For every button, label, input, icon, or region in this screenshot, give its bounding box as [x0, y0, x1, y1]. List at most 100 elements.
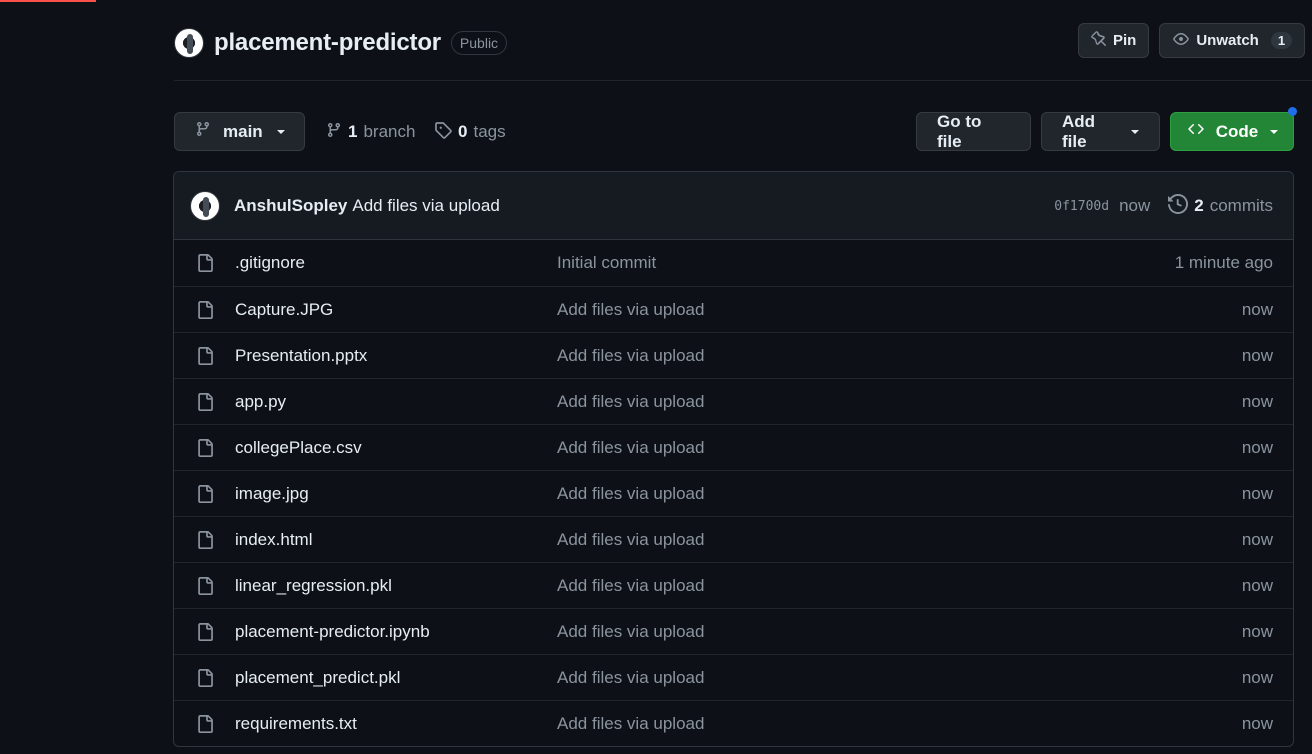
commit-message-link[interactable]: Add files via upload [352, 196, 499, 216]
file-name-link[interactable]: Capture.JPG [235, 300, 333, 320]
file-commit-link[interactable]: Add files via upload [557, 392, 704, 412]
file-commit-link[interactable]: Add files via upload [557, 576, 704, 596]
chevron-down-icon [276, 129, 285, 134]
right-tools: Go to file Add file Code [916, 107, 1297, 151]
branch-name: main [223, 121, 263, 141]
commits-history-link[interactable]: 2 commits [1168, 193, 1273, 219]
file-time: 1 minute ago [1174, 253, 1273, 272]
pin-label: Pin [1113, 32, 1137, 49]
repo-name-link[interactable]: placement-predictor [214, 29, 441, 57]
file-commit-link[interactable]: Add files via upload [557, 668, 704, 688]
file-commit-link[interactable]: Add files via upload [557, 438, 704, 458]
file-time: now [1241, 345, 1273, 365]
commit-author-link[interactable]: AnshulSopley [234, 196, 347, 216]
chevron-down-icon [1270, 129, 1279, 134]
file-time: now [1241, 299, 1273, 319]
owner-avatar[interactable] [174, 28, 204, 58]
file-name-link[interactable]: requirements.txt [235, 714, 357, 734]
file-row[interactable]: linear_regression.pkl Add files via uplo… [174, 562, 1293, 608]
file-name-link[interactable]: image.jpg [235, 484, 309, 504]
unwatch-button[interactable]: Unwatch 1 [1159, 23, 1306, 58]
file-name-link[interactable]: linear_regression.pkl [235, 576, 392, 596]
code-icon [1186, 121, 1206, 142]
commit-time: now [1119, 196, 1151, 215]
go-to-file-button[interactable]: Go to file [916, 112, 1031, 151]
file-time: now [1241, 667, 1273, 687]
tag-label: tags [473, 122, 506, 141]
file-commit-link[interactable]: Add files via upload [557, 530, 704, 550]
tags-link[interactable]: 0 tags [434, 112, 506, 152]
file-commit-link[interactable]: Add files via upload [557, 346, 704, 366]
file-icon [196, 484, 214, 509]
file-row[interactable]: placement-predictor.ipynb Add files via … [174, 608, 1293, 654]
file-icon [196, 576, 214, 601]
latest-commit-bar: AnshulSopley Add files via upload 0f1700… [174, 172, 1293, 240]
file-commit-link[interactable]: Add files via upload [557, 714, 704, 734]
file-row[interactable]: requirements.txt Add files via upload no… [174, 700, 1293, 746]
commit-sha-link[interactable]: 0f1700d [1054, 199, 1109, 214]
file-name-link[interactable]: Presentation.pptx [235, 346, 367, 366]
file-name-link[interactable]: .gitignore [235, 253, 305, 273]
file-icon [196, 253, 214, 278]
file-row[interactable]: Presentation.pptx Add files via upload n… [174, 332, 1293, 378]
visibility-badge: Public [450, 31, 508, 55]
active-tab-underline [0, 0, 96, 2]
file-commit-link[interactable]: Add files via upload [557, 300, 704, 320]
file-icon [196, 622, 214, 647]
file-row[interactable]: index.html Add files via upload now [174, 516, 1293, 562]
file-commit-link[interactable]: Add files via upload [557, 622, 704, 642]
code-button[interactable]: Code [1170, 107, 1297, 151]
file-time: now [1241, 483, 1273, 503]
file-time: now [1241, 391, 1273, 411]
file-time: now [1241, 575, 1273, 595]
tag-count: 0 [458, 122, 468, 141]
commit-meta: 0f1700d now 2 commits [1054, 172, 1273, 240]
chevron-down-icon [1131, 129, 1139, 134]
add-file-label: Add file [1062, 111, 1096, 151]
repo-toolbar: main 1 branch 0 tags Go to file Add file [174, 107, 1297, 152]
file-time: now [1241, 621, 1273, 641]
file-row[interactable]: Capture.JPG Add files via upload now [174, 286, 1293, 332]
file-commit-link[interactable]: Add files via upload [557, 484, 704, 504]
file-icon [196, 714, 214, 739]
file-icon [196, 346, 214, 371]
commits-label: commits [1209, 196, 1273, 215]
branches-link[interactable]: 1 branch [326, 112, 415, 152]
file-row[interactable]: app.py Add files via upload now [174, 378, 1293, 424]
branch-selector[interactable]: main [174, 112, 305, 151]
file-name-link[interactable]: index.html [235, 530, 312, 550]
history-icon [1168, 193, 1189, 219]
file-icon [196, 668, 214, 693]
file-name-link[interactable]: placement-predictor.ipynb [235, 622, 430, 642]
file-icon [196, 438, 214, 463]
file-time: now [1241, 713, 1273, 733]
header-divider [174, 80, 1312, 81]
file-name-link[interactable]: placement_predict.pkl [235, 668, 400, 688]
pin-button[interactable]: Pin [1078, 23, 1150, 58]
branch-count: 1 [348, 122, 358, 141]
git-branch-icon [326, 122, 342, 143]
file-row[interactable]: placement_predict.pkl Add files via uplo… [174, 654, 1293, 700]
file-browser: AnshulSopley Add files via upload 0f1700… [173, 171, 1294, 747]
pin-icon [1091, 30, 1107, 51]
branch-label: branch [363, 122, 416, 141]
file-commit-link[interactable]: Initial commit [557, 253, 656, 273]
add-file-button[interactable]: Add file [1041, 112, 1160, 151]
file-icon [196, 530, 214, 555]
file-name-link[interactable]: app.py [235, 392, 286, 412]
file-name-link[interactable]: collegePlace.csv [235, 438, 362, 458]
code-label: Code [1215, 121, 1259, 141]
file-row[interactable]: collegePlace.csv Add files via upload no… [174, 424, 1293, 470]
file-list: .gitignore Initial commit 1 minute ago C… [174, 240, 1293, 746]
commit-author-avatar[interactable] [190, 190, 220, 221]
file-time: now [1241, 529, 1273, 549]
notification-dot [1288, 107, 1297, 116]
file-time: now [1241, 437, 1273, 457]
git-branch-icon [195, 121, 211, 142]
file-row[interactable]: image.jpg Add files via upload now [174, 470, 1293, 516]
file-row[interactable]: .gitignore Initial commit 1 minute ago [174, 240, 1293, 286]
file-icon [196, 392, 214, 417]
file-icon [196, 300, 214, 325]
commit-count: 2 [1194, 196, 1204, 215]
repo-page: placement-predictor Public Pin Unwatch 1… [0, 0, 1312, 754]
